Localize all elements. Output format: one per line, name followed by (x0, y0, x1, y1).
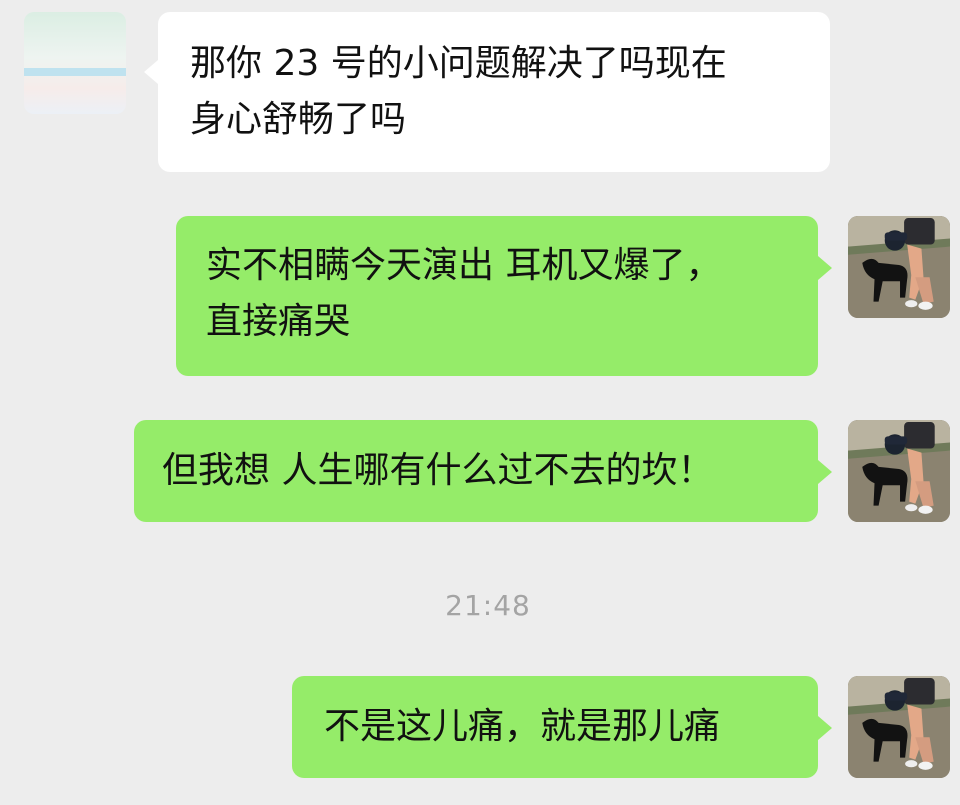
self-avatar[interactable] (848, 420, 950, 522)
friend-avatar[interactable] (24, 12, 126, 114)
self-avatar[interactable] (848, 216, 950, 318)
message-text: 直接痛哭 (206, 301, 351, 342)
person-with-dog-icon (848, 216, 950, 318)
message-text: 身心舒畅了吗 (190, 99, 407, 140)
message-bubble-outgoing[interactable]: 实不相瞒今天演出 耳机又爆了， 直接痛哭 (176, 216, 832, 376)
message-text: 实不相瞒今天演出 耳机又爆了， (206, 245, 722, 286)
person-with-dog-icon (848, 420, 950, 522)
message-bubble-outgoing[interactable]: 不是这儿痛，就是那儿痛 (292, 676, 832, 778)
self-avatar[interactable] (848, 676, 950, 778)
message-text: 不是这儿痛，就是那儿痛 (324, 706, 721, 747)
avatar-stripe (24, 68, 126, 76)
message-bubble-incoming[interactable]: 那你 23 号的小问题解决了吗现在 身心舒畅了吗 (144, 12, 830, 172)
message-bubble-outgoing[interactable]: 但我想 人生哪有什么过不去的坎！ (134, 420, 832, 522)
message-text: 但我想 人生哪有什么过不去的坎！ (162, 450, 714, 491)
message-text: 那你 23 号的小问题解决了吗现在 (190, 43, 727, 84)
message-timestamp: 21:48 (445, 589, 531, 622)
person-with-dog-icon (848, 676, 950, 778)
